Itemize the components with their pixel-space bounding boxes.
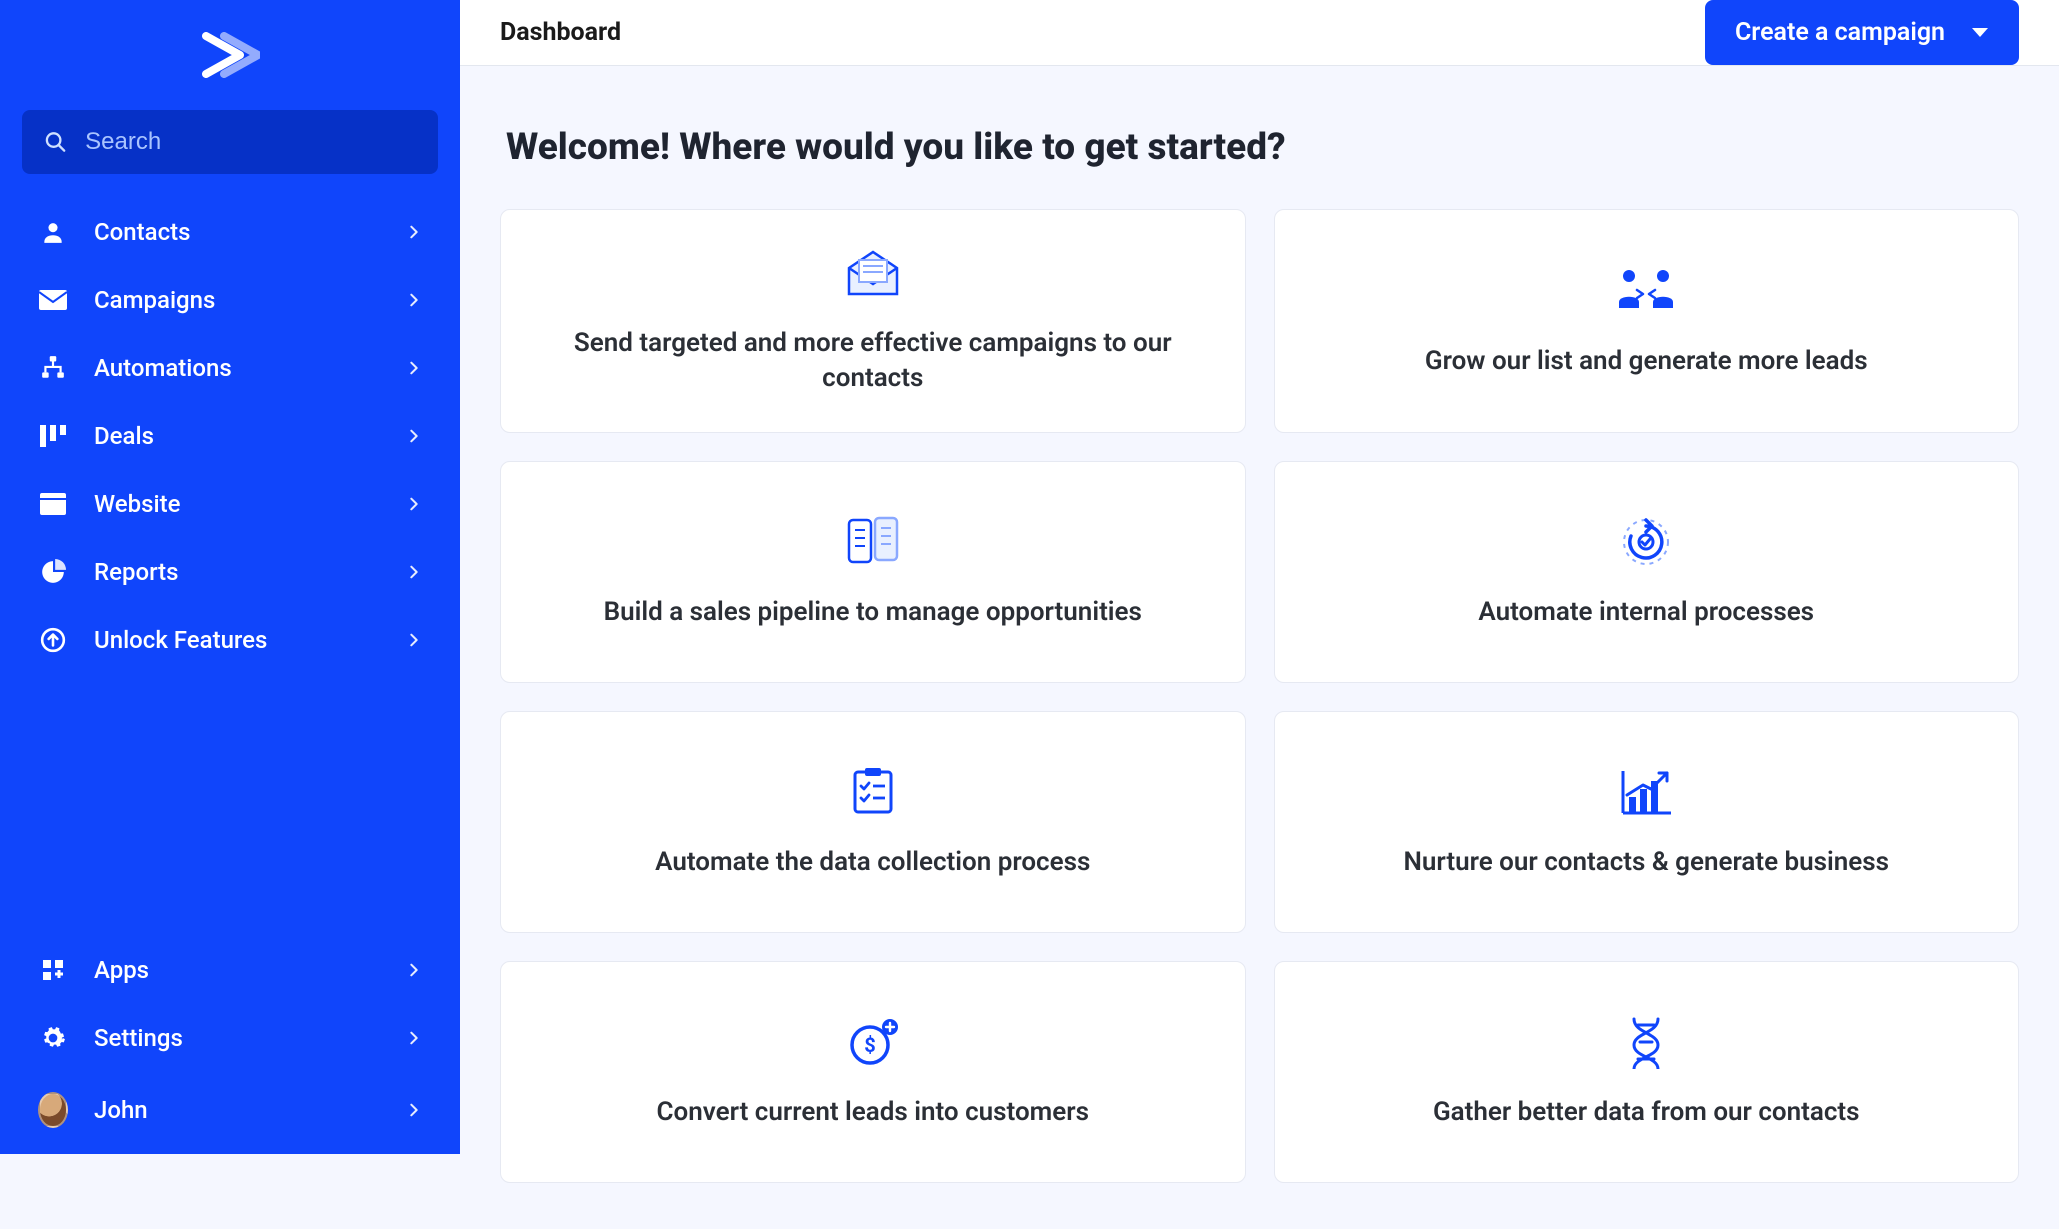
content: Welcome! Where would you like to get sta…	[460, 66, 2059, 1229]
chevron-right-icon	[406, 632, 422, 648]
caret-down-icon	[1971, 27, 1989, 39]
sidebar-item-settings[interactable]: Settings	[0, 1004, 460, 1072]
sidebar-item-label: Contacts	[94, 218, 380, 246]
card-text: Send targeted and more effective campaig…	[563, 326, 1183, 396]
chevron-right-icon	[406, 1030, 422, 1046]
sidebar-item-label: Website	[94, 490, 380, 518]
card-text: Grow our list and generate more leads	[1425, 344, 1868, 379]
search-box[interactable]	[22, 110, 438, 174]
unlock-icon	[38, 627, 68, 653]
chevron-right-icon	[406, 428, 422, 444]
card-grow-list[interactable]: Grow our list and generate more leads	[1274, 209, 2020, 433]
card-convert-leads[interactable]: $ Convert current leads into customers	[500, 961, 1246, 1183]
card-send-campaigns[interactable]: Send targeted and more effective campaig…	[500, 209, 1246, 433]
search-icon	[44, 129, 67, 155]
chevron-right-icon	[406, 496, 422, 512]
sidebar-item-automations[interactable]: Automations	[0, 334, 460, 402]
chevron-right-icon	[406, 564, 422, 580]
sidebar-item-label: Automations	[94, 354, 380, 382]
sidebar-item-reports[interactable]: Reports	[0, 538, 460, 606]
person-icon	[38, 219, 68, 245]
sidebar-item-website[interactable]: Website	[0, 470, 460, 538]
sidebar: Contacts Campaigns Automations	[0, 0, 460, 1154]
piechart-icon	[38, 559, 68, 585]
mail-open-icon	[845, 246, 901, 300]
checklist-icon	[847, 765, 899, 819]
chevron-right-icon	[406, 360, 422, 376]
avatar	[38, 1092, 68, 1128]
cards-grid: Send targeted and more effective campaig…	[500, 209, 2019, 1183]
sidebar-nav: Contacts Campaigns Automations	[0, 192, 460, 680]
user-name: John	[94, 1096, 380, 1124]
brand-logo	[0, 20, 460, 90]
sidebar-item-unlock-features[interactable]: Unlock Features	[0, 606, 460, 674]
sidebar-item-label: Reports	[94, 558, 380, 586]
create-campaign-button[interactable]: Create a campaign	[1705, 0, 2019, 65]
two-docs-icon	[843, 515, 903, 569]
card-sales-pipeline[interactable]: Build a sales pipeline to manage opportu…	[500, 461, 1246, 683]
sidebar-item-label: Settings	[94, 1024, 380, 1052]
window-icon	[38, 493, 68, 515]
envelope-icon	[38, 290, 68, 310]
card-nurture-contacts[interactable]: Nurture our contacts & generate business	[1274, 711, 2020, 933]
sidebar-item-label: Apps	[94, 956, 380, 984]
chevron-right-icon	[406, 292, 422, 308]
sidebar-item-user[interactable]: John	[0, 1072, 460, 1148]
dollar-convert-icon: $	[844, 1015, 902, 1069]
dna-icon	[1626, 1015, 1666, 1069]
sidebar-item-label: Campaigns	[94, 286, 380, 314]
card-automate-data-collection[interactable]: Automate the data collection process	[500, 711, 1246, 933]
chevron-right-icon	[406, 224, 422, 240]
growth-chart-icon	[1617, 765, 1675, 819]
card-gather-data[interactable]: Gather better data from our contacts	[1274, 961, 2020, 1183]
chevron-right-icon	[406, 1102, 422, 1118]
cta-label: Create a campaign	[1735, 18, 1945, 47]
process-cycle-icon	[1618, 515, 1674, 569]
card-text: Gather better data from our contacts	[1433, 1095, 1860, 1130]
people-sync-icon	[1613, 264, 1679, 318]
page-title: Dashboard	[500, 18, 621, 47]
sidebar-item-campaigns[interactable]: Campaigns	[0, 266, 460, 334]
sidebar-item-deals[interactable]: Deals	[0, 402, 460, 470]
apps-icon	[38, 958, 68, 982]
sidebar-item-apps[interactable]: Apps	[0, 936, 460, 1004]
search-input[interactable]	[85, 128, 416, 156]
card-text: Automate the data collection process	[655, 845, 1090, 880]
card-text: Automate internal processes	[1478, 595, 1814, 630]
card-text: Convert current leads into customers	[657, 1095, 1089, 1130]
card-text: Build a sales pipeline to manage opportu…	[604, 595, 1142, 630]
sidebar-item-label: Unlock Features	[94, 626, 380, 654]
automation-icon	[38, 355, 68, 381]
svg-text:$: $	[864, 1033, 875, 1057]
chevron-right-icon	[406, 962, 422, 978]
sidebar-footer-nav: Apps Settings John	[0, 930, 460, 1154]
sidebar-item-label: Deals	[94, 422, 380, 450]
brand-logo-icon	[200, 32, 260, 78]
card-text: Nurture our contacts & generate business	[1403, 845, 1889, 880]
sidebar-item-contacts[interactable]: Contacts	[0, 198, 460, 266]
topbar: Dashboard Create a campaign	[460, 0, 2059, 66]
columns-icon	[38, 425, 68, 447]
main: Dashboard Create a campaign Welcome! Whe…	[460, 0, 2059, 1154]
card-automate-processes[interactable]: Automate internal processes	[1274, 461, 2020, 683]
gear-icon	[38, 1025, 68, 1051]
welcome-heading: Welcome! Where would you like to get sta…	[506, 126, 2019, 169]
